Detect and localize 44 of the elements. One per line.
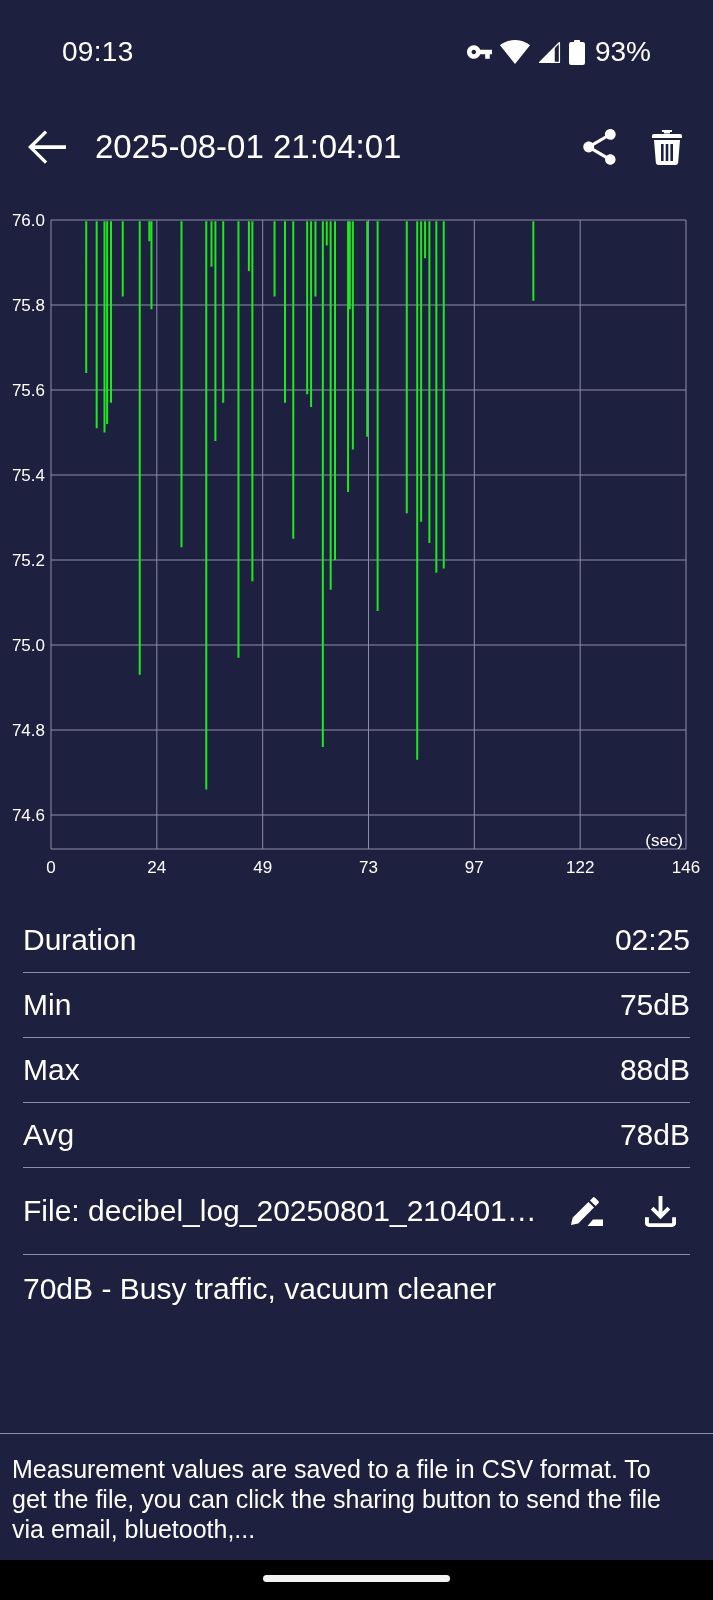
x-tick-label: 146	[671, 857, 701, 877]
stat-value: 78dB	[619, 1118, 690, 1152]
download-icon	[645, 1195, 676, 1227]
x-tick-label: 24	[147, 857, 167, 877]
share-button[interactable]	[583, 129, 616, 165]
x-tick-label: 0	[46, 857, 56, 877]
x-tick-label: 97	[464, 857, 484, 877]
wifi-icon	[499, 40, 530, 64]
stat-label: Min	[23, 988, 72, 1022]
trash-icon	[652, 129, 682, 165]
x-tick-label: 73	[359, 857, 378, 877]
stat-value: 02:25	[614, 923, 690, 957]
y-tick-label: 75.0	[11, 635, 45, 655]
edit-button[interactable]	[571, 1196, 603, 1226]
y-tick-label: 74.6	[11, 805, 45, 825]
x-axis-unit: (sec)	[645, 830, 683, 850]
info-text: Measurement values are saved to a file in CSV format. To get the file, you can click the sharing button to send the file via email, bluetooth,...	[12, 1454, 662, 1544]
key-icon	[466, 45, 492, 59]
x-tick-label: 49	[253, 857, 273, 877]
back-button[interactable]	[28, 128, 66, 166]
y-tick-label: 76.0	[11, 210, 45, 230]
battery-percent: 93%	[594, 36, 651, 68]
y-tick-label: 75.2	[11, 550, 45, 570]
stat-label: Avg	[23, 1118, 75, 1152]
y-tick-label: 75.4	[11, 465, 45, 485]
x-tick-label: 122	[566, 857, 595, 877]
file-name: File: decibel_log_20250801_210401…	[23, 1194, 537, 1228]
download-button[interactable]	[645, 1195, 676, 1227]
share-icon	[583, 129, 616, 165]
battery-icon	[568, 39, 585, 65]
y-tick-label: 74.8	[11, 720, 45, 740]
y-tick-label: 75.6	[11, 380, 45, 400]
stat-value: 75dB	[619, 988, 690, 1022]
recording-title: 2025-08-01 21:04:01	[95, 128, 402, 166]
delete-button[interactable]	[652, 129, 682, 165]
y-tick-label: 75.8	[11, 295, 45, 315]
pencil-icon	[571, 1196, 603, 1226]
signal-icon	[537, 40, 561, 64]
back-arrow-icon	[28, 128, 66, 166]
stat-value: 88dB	[619, 1053, 690, 1087]
stat-label: Max	[23, 1053, 80, 1087]
noise-reference-text: 70dB - Busy traffic, vacuum cleaner	[23, 1272, 496, 1306]
clock-time: 09:13	[62, 36, 134, 68]
stat-label: Duration	[23, 923, 137, 957]
